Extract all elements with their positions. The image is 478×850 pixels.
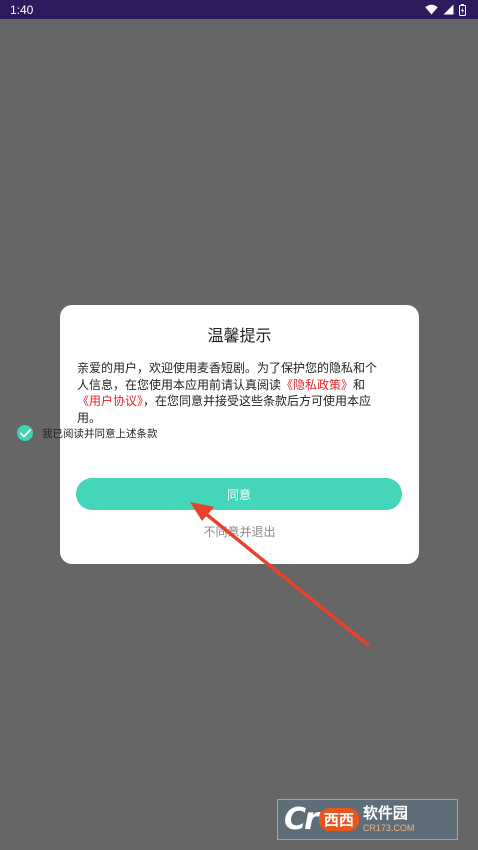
watermark-logo-mark: Cr (284, 802, 319, 837)
watermark-text: 软件园 CR173.COM (363, 806, 415, 833)
watermark-domain: CR173.COM (362, 823, 415, 833)
watermark-logo: Cr 西西 软件园 CR173.COM (277, 799, 458, 840)
annotation-arrow (190, 502, 370, 647)
watermark-name: 软件园 (362, 804, 408, 822)
watermark-badge: 西西 (318, 808, 359, 831)
